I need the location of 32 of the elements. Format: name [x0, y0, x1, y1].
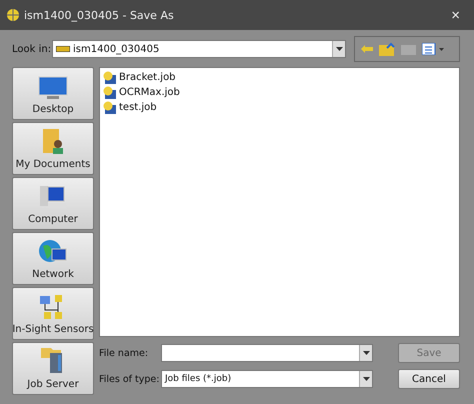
- file-type-dropdown[interactable]: Job files (*.job): [161, 370, 373, 388]
- place-button[interactable]: Network: [12, 232, 94, 285]
- document-icon: [103, 86, 117, 99]
- place-button[interactable]: Computer: [12, 177, 94, 230]
- file-item[interactable]: OCRMax.job: [103, 86, 456, 99]
- place-button[interactable]: Job Server: [12, 342, 94, 395]
- look-in-label: Look in:: [12, 44, 48, 54]
- file-item[interactable]: Bracket.job: [103, 71, 456, 84]
- view-menu-button[interactable]: [422, 43, 444, 55]
- app-icon: [6, 8, 20, 22]
- grid-icon: [422, 43, 444, 55]
- file-name-field[interactable]: [161, 344, 373, 362]
- file-name-label: File name:: [99, 348, 150, 358]
- caret-icon: [362, 377, 370, 381]
- window-title: ism1400_030405 - Save As: [24, 8, 175, 22]
- look-in-dropdown[interactable]: ism1400_030405: [52, 40, 346, 58]
- back-button[interactable]: [361, 45, 374, 53]
- caret-icon: [362, 351, 370, 355]
- file-type-label: Files of type:: [99, 374, 160, 384]
- globe-icon: [38, 239, 68, 265]
- cancel-button[interactable]: Cancel: [398, 369, 460, 389]
- close-button[interactable]: ×: [447, 6, 464, 24]
- place-button[interactable]: Desktop: [12, 67, 94, 120]
- place-button[interactable]: In-Sight Sensors: [12, 287, 94, 340]
- document-icon: [103, 101, 117, 114]
- back-arrow-icon: [361, 45, 374, 53]
- place-button[interactable]: My Documents: [12, 122, 94, 175]
- document-icon: [103, 71, 117, 84]
- file-item[interactable]: test.job: [103, 101, 456, 114]
- caret-icon: [336, 47, 343, 51]
- drive-icon: [56, 46, 70, 52]
- monitor-icon: [38, 76, 68, 100]
